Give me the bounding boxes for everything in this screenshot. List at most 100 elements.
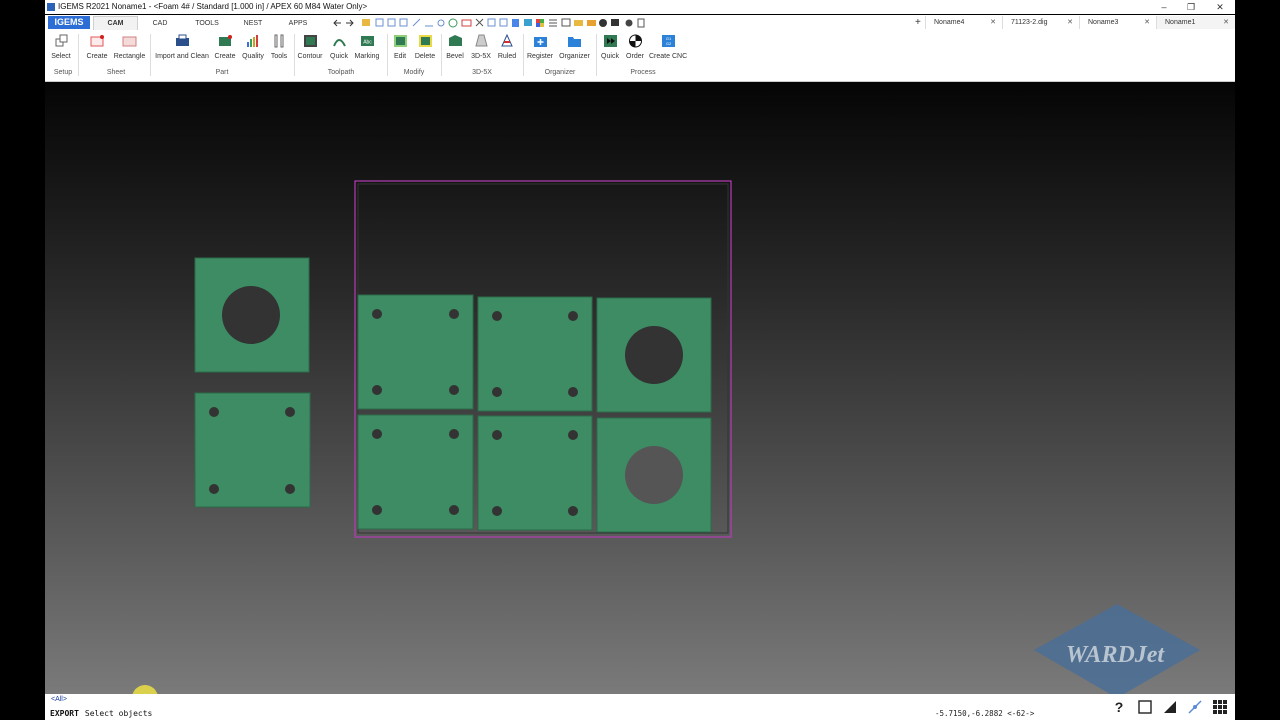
marking-button[interactable]: Abc Marking	[353, 34, 381, 61]
part-four-holes[interactable]	[194, 392, 311, 508]
mouse-cursor	[132, 685, 158, 694]
quality-label: Quality	[242, 53, 264, 60]
ribbon-tab-bar: IGEMS CAM CAD TOOLS NEST APPS + Noname4 …	[45, 15, 1235, 31]
layer-icon	[512, 19, 519, 27]
delete-button[interactable]: Delete	[414, 34, 436, 61]
part-hole	[372, 309, 382, 319]
part-hole	[492, 506, 502, 516]
close-tab-icon[interactable]: ✕	[990, 16, 996, 29]
document-tab[interactable]: Noname4 ✕	[925, 16, 1002, 29]
nest-drawing[interactable]: WARDJet	[45, 82, 1235, 694]
organizer-icon	[568, 37, 581, 47]
quality-button[interactable]: Quality	[241, 34, 265, 61]
tab-cam[interactable]: CAM	[93, 16, 138, 31]
monitor-icon	[611, 19, 619, 26]
process-quick-button[interactable]: Quick	[599, 34, 621, 61]
sheet-rectangle-button[interactable]: Rectangle	[113, 34, 146, 61]
folder-open-icon	[587, 20, 596, 26]
grid-toggle-icon[interactable]	[1212, 699, 1228, 715]
igems-logo: IGEMS	[48, 16, 90, 29]
sphere-icon	[599, 19, 607, 27]
document-tab-label: 71123-2.dig	[1011, 19, 1048, 26]
tab-cad[interactable]: CAD	[138, 17, 182, 30]
tab-apps[interactable]: APPS	[276, 17, 320, 30]
marking-icon: Abc	[360, 36, 374, 46]
new-document-tab-button[interactable]: +	[915, 16, 921, 29]
sheet-create-button[interactable]: Create	[86, 34, 108, 61]
app-icon	[47, 3, 55, 11]
nested-part-four-holes[interactable]	[357, 414, 474, 530]
organizer-label: Organizer	[559, 53, 590, 60]
title-bar: IGEMS R2021 Noname1 - <Foam 4# / Standar…	[45, 0, 1235, 14]
restore-button[interactable]: ❐	[1178, 0, 1204, 14]
ruled-label: Ruled	[497, 53, 517, 60]
part-large-hole[interactable]	[194, 257, 310, 373]
close-button[interactable]: ✕	[1207, 0, 1233, 14]
nested-part-large-hole[interactable]	[596, 297, 712, 413]
part-hole	[568, 430, 578, 440]
filter-selector[interactable]: <All>	[51, 696, 67, 703]
part-hole	[568, 387, 578, 397]
ortho-angle-icon[interactable]	[1162, 699, 1178, 715]
document-tab-active[interactable]: Noname1 ✕	[1156, 16, 1235, 29]
sheet-rectangle-icon	[122, 36, 137, 47]
edit-button[interactable]: Edit	[391, 34, 409, 61]
snap-icon	[475, 18, 484, 27]
toolpath-quick-button[interactable]: Quick	[328, 34, 350, 61]
sheet-create-label: Create	[86, 53, 108, 60]
redo-icon	[346, 19, 354, 27]
svg-text:Abc: Abc	[363, 40, 372, 46]
document-tab-label: Noname3	[1088, 19, 1119, 26]
document-tab[interactable]: Noname3 ✕	[1079, 16, 1156, 29]
order-label: Order	[626, 53, 644, 60]
nested-part-four-holes[interactable]	[477, 296, 593, 412]
list-icon	[561, 18, 571, 27]
group-label-sheet: Sheet	[106, 69, 126, 76]
edit-label: Edit	[393, 53, 407, 60]
sheet-rectangle-label: Rectangle	[113, 53, 146, 60]
close-tab-icon[interactable]: ✕	[1223, 16, 1229, 29]
nested-part-four-holes[interactable]	[357, 294, 474, 410]
import-clean-label: Import and Clean	[155, 53, 209, 60]
line-icon	[412, 18, 421, 27]
part-create-label: Create	[214, 53, 236, 60]
process-quick-label: Quick	[601, 53, 619, 60]
status-bar: <All> EXPORT Select objects -5.7150,-6.28…	[45, 694, 1235, 720]
polar-tracking-icon[interactable]	[1187, 699, 1203, 715]
part-hole	[449, 429, 459, 439]
register-button[interactable]: Register	[527, 34, 553, 61]
close-tab-icon[interactable]: ✕	[1067, 16, 1073, 29]
nested-part-large-hole[interactable]	[596, 417, 712, 533]
select-button[interactable]: Select	[51, 34, 71, 61]
3d5x-button[interactable]: 3D-5X	[470, 34, 492, 61]
command-line[interactable]: EXPORT Select objects	[50, 709, 152, 718]
create-cnc-button[interactable]: G1 G2 Create CNC	[649, 34, 687, 61]
part-hole	[222, 286, 280, 344]
tab-tools[interactable]: TOOLS	[184, 17, 230, 30]
help-icon[interactable]: ?	[1111, 699, 1127, 715]
minimize-button[interactable]: –	[1151, 0, 1177, 14]
tab-nest[interactable]: NEST	[232, 17, 274, 30]
grid-view-icon	[487, 18, 496, 27]
organizer-button[interactable]: Organizer	[558, 34, 591, 61]
import-clean-button[interactable]: Import and Clean	[155, 34, 209, 61]
drawing-canvas[interactable]: WARDJet	[45, 82, 1235, 694]
part-create-button[interactable]: Create	[214, 34, 236, 61]
contour-button[interactable]: Contour	[296, 34, 324, 61]
command-prompt: Select objects	[84, 709, 153, 718]
nested-part-four-holes[interactable]	[477, 415, 593, 531]
toolpath-quick-icon	[332, 39, 346, 47]
undo-icon	[333, 19, 341, 27]
ortho-icon	[499, 18, 508, 27]
close-tab-icon[interactable]: ✕	[1144, 16, 1150, 29]
tools-button[interactable]: Tools	[269, 34, 289, 61]
ruled-button[interactable]: Ruled	[496, 33, 518, 61]
document-tab[interactable]: 71123-2.dig ✕	[1002, 16, 1079, 29]
bevel-button[interactable]: Bevel	[444, 34, 466, 61]
group-label-modify: Modify	[403, 69, 425, 76]
quick-access-toolbar[interactable]	[333, 17, 673, 28]
snap-square-icon[interactable]	[1137, 699, 1153, 715]
left-letterbox	[0, 0, 45, 720]
order-button[interactable]: Order	[624, 34, 646, 61]
create-cnc-label: Create CNC	[649, 53, 688, 60]
